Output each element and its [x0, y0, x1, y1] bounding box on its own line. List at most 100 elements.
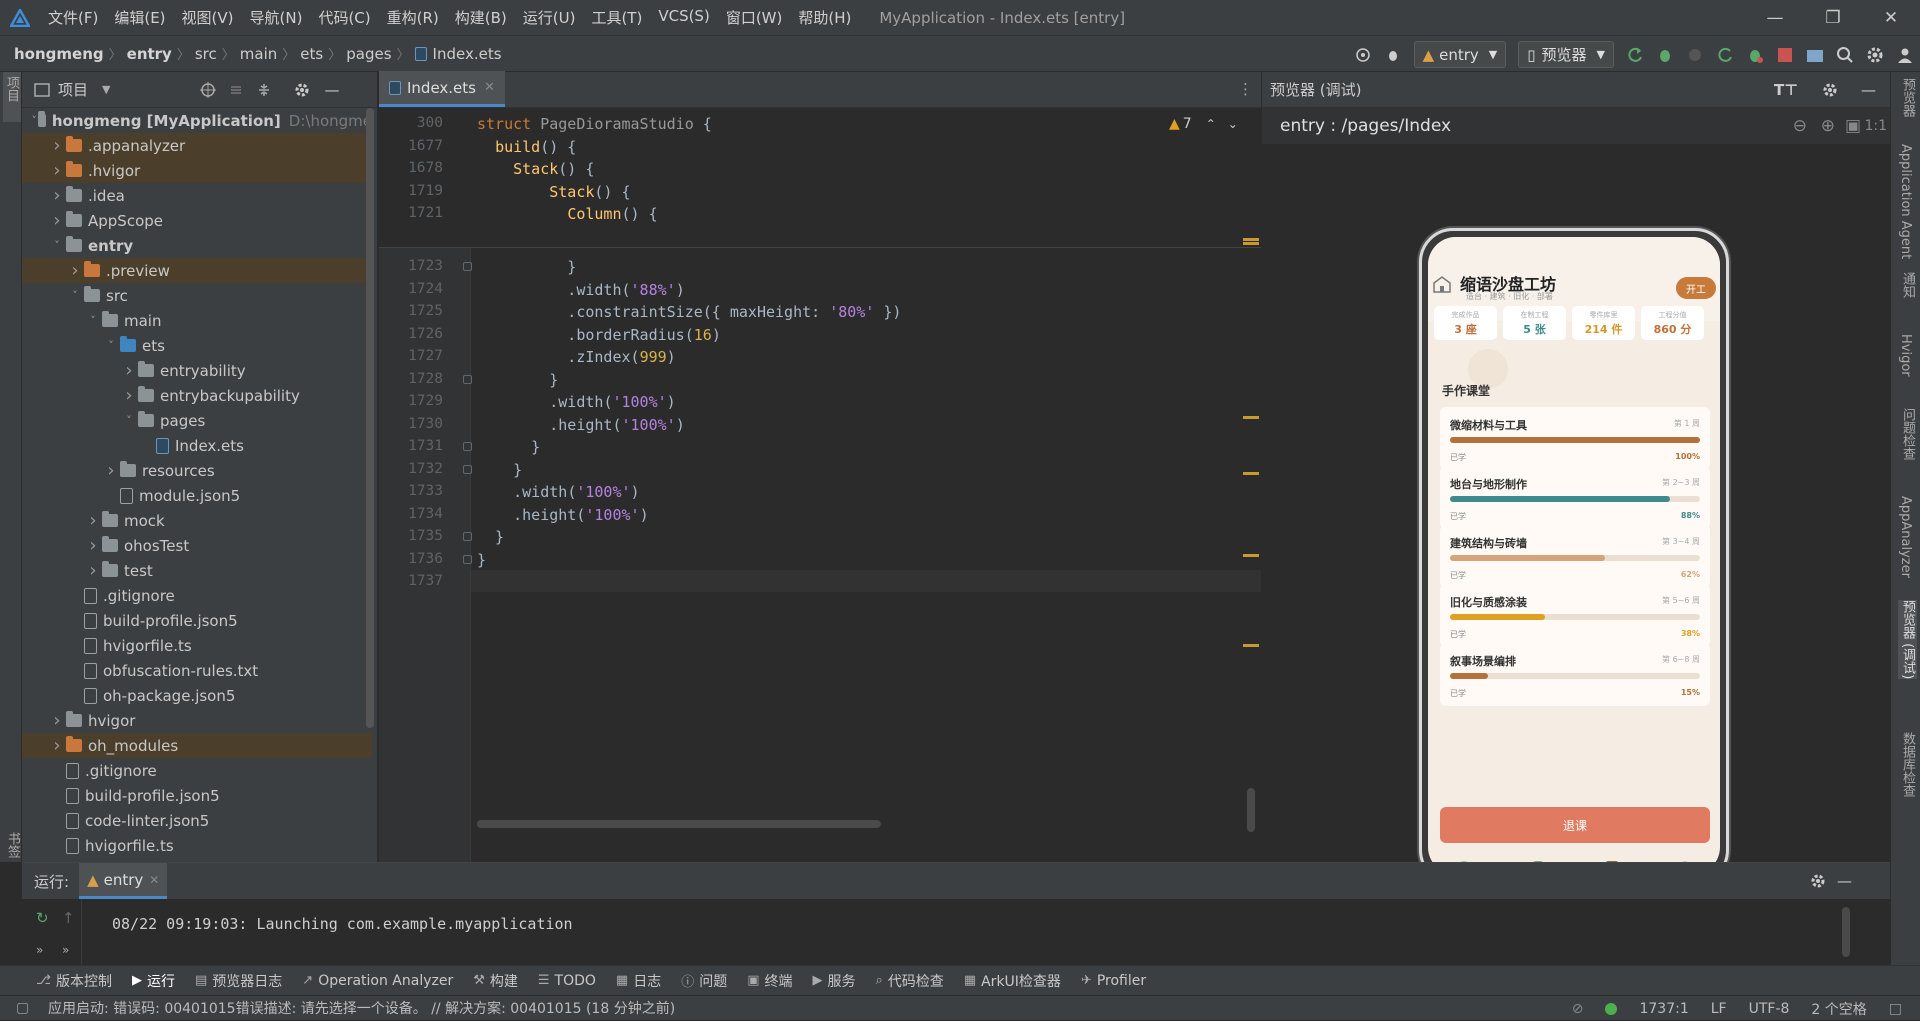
hide-panel-icon[interactable]: —	[324, 81, 339, 99]
close-tab-icon[interactable]: ✕	[484, 80, 495, 95]
tree-item[interactable]: hvigorfile.ts	[22, 833, 372, 858]
bottom-tool-4[interactable]: ⚒ 构建	[473, 971, 518, 991]
run-tab-entry[interactable]: ▲ entry ✕	[79, 863, 168, 899]
status-ok-icon[interactable]	[1605, 1002, 1618, 1015]
breadcrumb-item[interactable]: ets	[300, 45, 323, 63]
chevron-down-icon[interactable]: ˅	[48, 239, 66, 252]
tree-item[interactable]: .gitignore	[22, 583, 372, 608]
menu-item[interactable]: VCS(S)	[650, 7, 717, 28]
bottom-tool-3[interactable]: ↗ Operation Analyzer	[302, 973, 453, 989]
chevron-up-icon[interactable]: ⌃	[1206, 117, 1216, 131]
bottom-tool-9[interactable]: ▶ 服务	[813, 971, 856, 991]
chevron-right-icon[interactable]: ›	[84, 560, 102, 581]
code-line[interactable]: .borderRadius(16)	[477, 326, 721, 344]
bottom-tool-12[interactable]: ✈ Profiler	[1081, 973, 1146, 989]
chevron-right-icon[interactable]: ›	[84, 510, 102, 531]
code-line[interactable]: build() {	[477, 138, 576, 156]
bottom-tool-10[interactable]: ⌕ 代码检查	[876, 971, 944, 991]
chevron-down-icon[interactable]: ˅	[84, 314, 102, 327]
inspection-widget[interactable]: ▲ 7 ⌃ ⌄	[1169, 116, 1238, 132]
tree-item[interactable]: › entryability	[22, 358, 372, 383]
code-line[interactable]: }	[477, 258, 576, 276]
zoom-in-icon[interactable]: ⊕	[1821, 116, 1835, 136]
right-tool-tab[interactable]: 问题检查	[1898, 408, 1917, 460]
right-tool-tab[interactable]: Application Agent	[1898, 144, 1913, 259]
code-line[interactable]: .width('100%')	[477, 393, 675, 411]
code-line[interactable]: }	[477, 551, 486, 569]
tree-item[interactable]: › test	[22, 558, 372, 583]
editor-scrollbar[interactable]	[1247, 788, 1255, 832]
file-encoding[interactable]: UTF-8	[1749, 1001, 1790, 1017]
horizontal-scrollbar[interactable]	[477, 820, 881, 828]
tree-item[interactable]: ˅ src	[22, 283, 372, 308]
layout-icon[interactable]: ▢	[16, 1000, 29, 1016]
breadcrumb-item[interactable]: main	[240, 45, 277, 63]
tree-item[interactable]: › mock	[22, 508, 372, 533]
status-message[interactable]: 应用启动: 错误码: 00401015错误描述: 请先选择一个设备。 // 解决…	[48, 998, 675, 1018]
expand-all-icon[interactable]	[228, 82, 244, 98]
bottom-tool-2[interactable]: ▤ 预览器日志	[195, 971, 282, 991]
tree-item[interactable]: Index.ets	[22, 433, 372, 458]
chevron-right-icon[interactable]: ›	[48, 135, 66, 156]
tree-item[interactable]: module.json5	[22, 483, 372, 508]
warning-marker[interactable]	[1243, 238, 1259, 241]
gear-icon[interactable]	[294, 82, 310, 98]
course-card[interactable]: 叙事场景编排 第 6~8 周已学 15%	[1440, 643, 1710, 706]
reload-icon[interactable]	[1711, 41, 1739, 69]
fold-icon[interactable]	[463, 464, 472, 474]
menu-item[interactable]: 工具(T)	[583, 7, 650, 28]
code-line[interactable]: }	[477, 438, 540, 456]
tree-item[interactable]: › AppScope	[22, 208, 372, 233]
line-separator[interactable]: LF	[1711, 1001, 1727, 1017]
gear-icon[interactable]	[1822, 82, 1838, 98]
menu-item[interactable]: 编辑(E)	[106, 7, 173, 28]
drop-course-button[interactable]: 退课	[1440, 807, 1710, 843]
course-card[interactable]: 建筑结构与砖墙 第 3~4 周已学 62%	[1440, 525, 1710, 588]
right-tool-tab[interactable]: 数据库检查	[1898, 732, 1917, 797]
chevron-down-icon[interactable]: ⌄	[1228, 117, 1238, 131]
menu-item[interactable]: 窗口(W)	[718, 7, 791, 28]
project-scrollbar[interactable]	[366, 108, 374, 728]
code-line[interactable]: struct PageDioramaStudio {	[477, 115, 712, 133]
chevron-right-icon[interactable]: ›	[48, 185, 66, 206]
menu-item[interactable]: 代码(C)	[310, 7, 378, 28]
tree-item[interactable]: ˅ entry	[22, 233, 372, 258]
course-card[interactable]: 微缩材料与工具 第 1 周已学 100%	[1440, 407, 1710, 470]
agent-icon[interactable]	[1891, 41, 1919, 69]
course-card[interactable]: 地台与地形制作 第 2~3 周已学 88%	[1440, 466, 1710, 529]
tree-item[interactable]: obfuscation-rules.txt	[22, 658, 372, 683]
fit-screen-icon[interactable]: ▣	[1845, 116, 1861, 136]
debug-icon[interactable]	[1651, 41, 1679, 69]
chevron-right-icon[interactable]: ›	[48, 210, 66, 231]
run-config-select[interactable]: ▲ entry ▼	[1413, 41, 1507, 68]
chevron-right-icon[interactable]: ›	[120, 360, 138, 381]
close-tab-icon[interactable]: ✕	[149, 873, 159, 887]
tree-item[interactable]: › resources	[22, 458, 372, 483]
warning-marker[interactable]	[1243, 554, 1259, 557]
menu-item[interactable]: 运行(U)	[515, 7, 584, 28]
code-line[interactable]: }	[477, 461, 522, 479]
tree-item[interactable]: › .preview	[22, 258, 372, 283]
zoom-out-icon[interactable]: ⊖	[1793, 116, 1807, 136]
tree-item[interactable]: ˅ ets	[22, 333, 372, 358]
folder-icon[interactable]	[1801, 41, 1829, 69]
tree-item[interactable]: ˅ hongmeng [MyApplication] D:\hongme	[22, 108, 372, 133]
chevron-down-icon[interactable]: ˅	[102, 339, 120, 352]
bottom-tool-11[interactable]: ▦ ArkUI检查器	[964, 971, 1061, 991]
right-tool-tab[interactable]: AppAnalyzer	[1898, 496, 1913, 578]
target-icon[interactable]	[1349, 41, 1377, 69]
gear-icon[interactable]	[1861, 41, 1889, 69]
code-line[interactable]: .width('88%')	[477, 281, 684, 299]
code-line[interactable]: .height('100%')	[477, 416, 684, 434]
gear-icon[interactable]	[1810, 873, 1826, 889]
tree-item[interactable]: › entrybackupability	[22, 383, 372, 408]
maximize-button[interactable]: ❐	[1804, 0, 1862, 35]
breadcrumb-item[interactable]: pages	[346, 45, 391, 63]
search-icon[interactable]	[1831, 41, 1859, 69]
breadcrumb-item[interactable]: hongmeng	[14, 45, 104, 63]
attach-icon[interactable]	[1681, 41, 1709, 69]
menu-item[interactable]: 文件(F)	[40, 7, 106, 28]
menu-item[interactable]: 构建(B)	[447, 7, 515, 28]
fold-icon[interactable]	[463, 262, 472, 271]
actual-size-icon[interactable]: 1:1	[1864, 118, 1887, 134]
